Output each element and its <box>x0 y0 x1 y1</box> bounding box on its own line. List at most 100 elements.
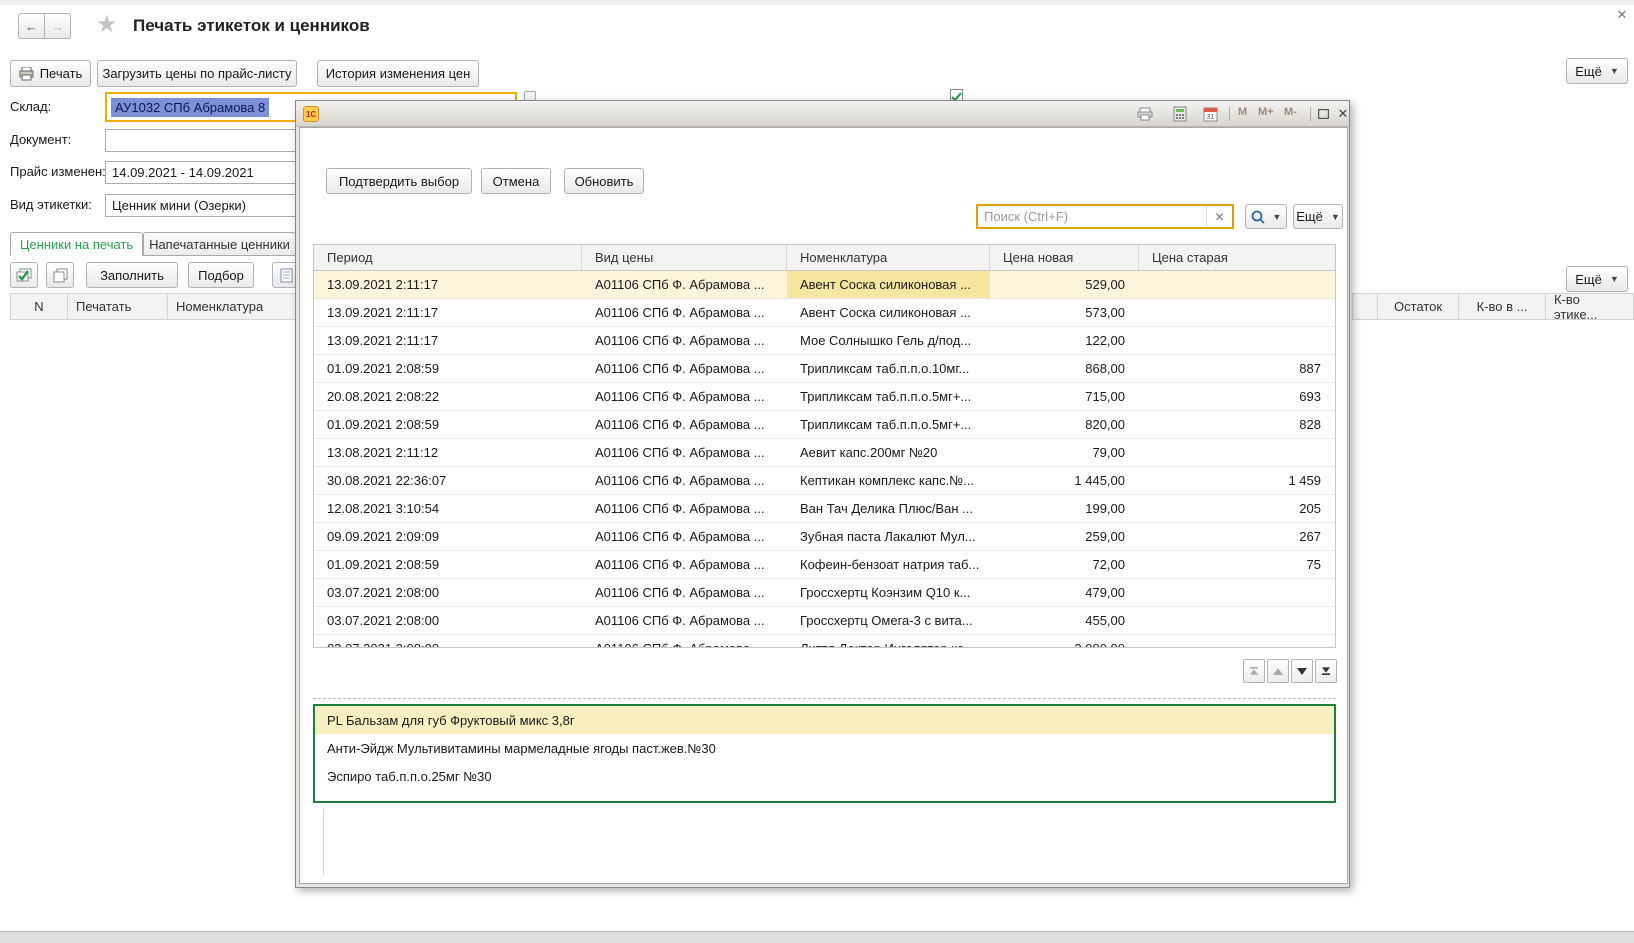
calendar-icon[interactable]: 31 <box>1201 106 1219 122</box>
price-table-row[interactable]: 13.08.2021 2:11:12 А01106 СПб Ф. Абрамов… <box>314 439 1335 467</box>
cell-price-old <box>1139 271 1335 298</box>
price-table-row[interactable]: 13.09.2021 2:11:17 А01106 СПб Ф. Абрамов… <box>314 327 1335 355</box>
cell-nomenclature: Ван Тач Делика Плюс/Ван ... <box>787 495 990 522</box>
price-table-header: Период Вид цены Номенклатура Цена новая … <box>314 245 1335 271</box>
tab-printed-price-tags[interactable]: Напечатанные ценники <box>143 232 296 256</box>
price-changed-field[interactable]: 14.09.2021 - 14.09.2021 <box>105 161 305 184</box>
fill-label: Заполнить <box>100 268 164 283</box>
print-button[interactable]: Печать <box>10 60 91 87</box>
calculator-icon[interactable] <box>1171 106 1189 122</box>
chevron-down-icon: ▼ <box>1610 274 1619 284</box>
memory-m-button[interactable]: M <box>1238 106 1247 118</box>
main-close-icon[interactable]: ✕ <box>1612 6 1632 24</box>
set-flags-button[interactable] <box>10 262 38 288</box>
document-field[interactable] <box>105 129 305 152</box>
load-prices-label: Загрузить цены по прайс-листу <box>102 66 291 81</box>
price-table-row[interactable]: 03.07.2021 2:08:00 А01106 СПб Ф. Абрамов… <box>314 635 1335 648</box>
price-table-row[interactable]: 01.09.2021 2:08:59 А01106 СПб Ф. Абрамов… <box>314 411 1335 439</box>
cell-price-new: 2 990,00 <box>990 635 1139 648</box>
selected-goods-row[interactable]: PL Бальзам для губ Фруктовый микс 3,8г <box>315 706 1334 734</box>
col-nomenclature-label: Номенклатура <box>176 299 263 314</box>
cell-period: 03.07.2021 2:08:00 <box>314 579 582 606</box>
cell-price-old <box>1139 635 1335 648</box>
load-prices-button[interactable]: Загрузить цены по прайс-листу <box>97 60 297 87</box>
price-history-button[interactable]: История изменения цен <box>317 60 479 87</box>
cell-nomenclature: Трипликсам таб.п.п.о.5мг+... <box>787 411 990 438</box>
price-table-row[interactable]: 03.07.2021 2:08:00 А01106 СПб Ф. Абрамов… <box>314 607 1335 635</box>
confirm-selection-button[interactable]: Подтвердить выбор <box>326 168 472 194</box>
price-table-row[interactable]: 13.09.2021 2:11:17 А01106 СПб Ф. Абрамов… <box>314 299 1335 327</box>
document-label: Документ: <box>10 132 71 147</box>
search-button[interactable]: ▼ <box>1245 204 1287 229</box>
price-table-row[interactable]: 01.09.2021 2:08:59 А01106 СПб Ф. Абрамов… <box>314 551 1335 579</box>
col-qty-labels-label: К-во этике... <box>1554 292 1625 322</box>
col-header-print[interactable]: Печатать <box>67 293 168 320</box>
splitter[interactable] <box>313 698 1336 699</box>
col-period-label: Период <box>327 250 373 265</box>
col-price-old[interactable]: Цена старая <box>1139 245 1335 270</box>
modal-close-icon[interactable]: ✕ <box>1334 106 1352 122</box>
cell-price-type: А01106 СПб Ф. Абрамова ... <box>582 495 787 522</box>
col-nomenclature[interactable]: Номенклатура <box>787 245 990 270</box>
modal-more-button[interactable]: Ещё▼ <box>1293 204 1343 229</box>
selected-goods-row[interactable]: Анти-Эйдж Мультивитамины мармеладные яго… <box>315 734 1334 762</box>
col-header-qty-in[interactable]: К-во в ... <box>1458 293 1546 320</box>
cell-price-old <box>1139 299 1335 326</box>
pick-button[interactable]: Подбор <box>188 262 254 288</box>
go-first-button[interactable] <box>1243 659 1265 683</box>
price-table-row[interactable]: 20.08.2021 2:08:22 А01106 СПб Ф. Абрамов… <box>314 383 1335 411</box>
fill-button[interactable]: Заполнить <box>86 262 178 288</box>
memory-mplus-button[interactable]: M+ <box>1258 106 1274 118</box>
price-table-body: 13.09.2021 2:11:17 А01106 СПб Ф. Абрамов… <box>314 271 1335 648</box>
col-price-new[interactable]: Цена новая <box>990 245 1139 270</box>
go-last-button[interactable] <box>1315 659 1337 683</box>
price-table-row[interactable]: 30.08.2021 22:36:07 А01106 СПб Ф. Абрамо… <box>314 467 1335 495</box>
price-table-row[interactable]: 13.09.2021 2:11:17 А01106 СПб Ф. Абрамов… <box>314 271 1335 299</box>
col-price-new-label: Цена новая <box>1003 250 1073 265</box>
save-print-icon[interactable] <box>1136 106 1154 122</box>
maximize-icon[interactable] <box>1314 106 1332 122</box>
refresh-button[interactable]: Обновить <box>564 168 644 194</box>
arrow-down-icon <box>1296 667 1308 676</box>
selected-goods-box: PL Бальзам для губ Фруктовый микс 3,8г А… <box>313 704 1336 803</box>
label-kind-field[interactable]: Ценник мини (Озерки) <box>105 194 305 217</box>
col-header-empty[interactable] <box>1352 293 1378 320</box>
cell-price-old: 887 <box>1139 355 1335 382</box>
svg-text:31: 31 <box>1206 114 1214 121</box>
cell-nomenclature: Гроссхертц Омега-3 с вита... <box>787 607 990 634</box>
col-price-old-label: Цена старая <box>1152 250 1228 265</box>
modal-titlebar[interactable]: 1С 31 M M+ M- ✕ <box>296 101 1349 127</box>
price-table-row[interactable]: 09.09.2021 2:09:09 А01106 СПб Ф. Абрамов… <box>314 523 1335 551</box>
col-price-type[interactable]: Вид цены <box>582 245 787 270</box>
go-down-button[interactable] <box>1291 659 1313 683</box>
selected-goods-row[interactable]: Эспиро таб.п.п.о.25мг №30 <box>315 762 1334 790</box>
col-header-qty-labels[interactable]: К-во этике... <box>1545 293 1634 320</box>
col-header-stock[interactable]: Остаток <box>1377 293 1459 320</box>
nav-back-button[interactable]: ← <box>18 13 45 39</box>
cell-nomenclature: Литтл Доктор Ингалятор ко... <box>787 635 990 648</box>
cell-price-old: 1 459 <box>1139 467 1335 494</box>
go-up-button[interactable] <box>1267 659 1289 683</box>
price-table-row[interactable]: 01.09.2021 2:08:59 А01106 СПб Ф. Абрамов… <box>314 355 1335 383</box>
tab-price-tags-to-print[interactable]: Ценники на печать <box>10 232 143 256</box>
horizontal-scrollbar[interactable] <box>0 931 1634 943</box>
favorite-star-icon[interactable]: ★ <box>96 10 118 39</box>
sklad-selected-text: АУ1032 СПб Абрамова 8 <box>111 98 269 117</box>
search-input[interactable] <box>978 206 1206 227</box>
col-print-label: Печатать <box>76 299 131 314</box>
nav-forward-button[interactable]: → <box>44 13 71 39</box>
cell-nomenclature: Авент Соска силиконовая ... <box>787 299 990 326</box>
top-strip <box>0 0 1634 5</box>
1c-logo-icon: 1С <box>303 106 319 122</box>
clear-flags-button[interactable] <box>46 262 74 288</box>
memory-mminus-button[interactable]: M- <box>1284 106 1297 118</box>
price-table-row[interactable]: 12.08.2021 3:10:54 А01106 СПб Ф. Абрамов… <box>314 495 1335 523</box>
price-table-row[interactable]: 03.07.2021 2:08:00 А01106 СПб Ф. Абрамов… <box>314 579 1335 607</box>
more-button-top[interactable]: Ещё▼ <box>1566 58 1628 84</box>
col-period[interactable]: Период <box>314 245 582 270</box>
more-button-table[interactable]: Ещё▼ <box>1566 266 1628 292</box>
col-header-n[interactable]: N <box>10 293 68 320</box>
cell-price-type: А01106 СПб Ф. Абрамова ... <box>582 411 787 438</box>
search-clear-icon[interactable]: ✕ <box>1206 206 1232 227</box>
cancel-button[interactable]: Отмена <box>481 168 551 194</box>
